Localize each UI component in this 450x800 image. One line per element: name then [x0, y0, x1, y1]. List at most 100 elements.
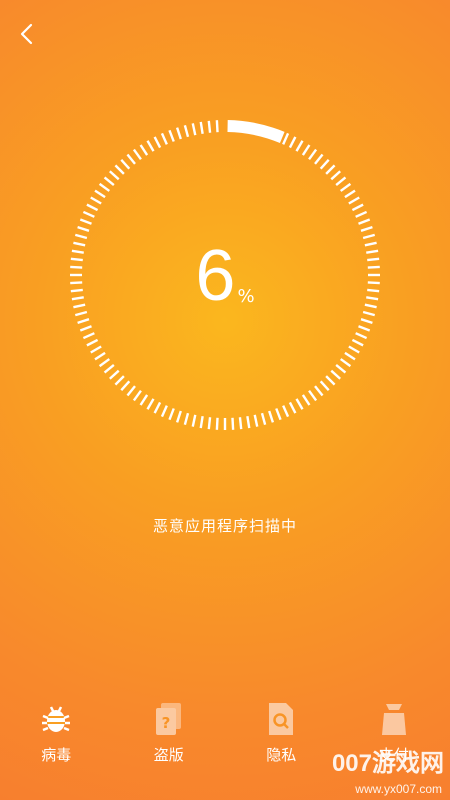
- ring-tick: [355, 210, 368, 218]
- ring-tick: [109, 369, 120, 380]
- ring-tick: [132, 389, 142, 402]
- ring-tick: [246, 416, 251, 429]
- ring-tick: [98, 182, 111, 192]
- ring-tick: [339, 358, 352, 368]
- ring-tick: [98, 358, 111, 368]
- ring-tick: [191, 414, 197, 427]
- ring-tick: [231, 417, 235, 430]
- ring-tick: [82, 210, 95, 218]
- ring-tick: [330, 369, 341, 380]
- ring-tick: [348, 196, 360, 205]
- ring-tick: [344, 189, 356, 199]
- ring-tick: [207, 417, 212, 430]
- ring-tick: [79, 325, 92, 332]
- ring-tick: [358, 218, 371, 225]
- ring-tick: [319, 380, 330, 391]
- question-file-icon: ?: [151, 700, 187, 738]
- ring-tick: [325, 164, 336, 175]
- ring-tick: [109, 170, 120, 181]
- ring-tick: [301, 144, 311, 156]
- tab-virus-label: 病毒: [41, 746, 72, 764]
- ring-tick: [139, 144, 149, 156]
- ring-tick: [103, 176, 115, 186]
- ring-tick: [114, 164, 125, 175]
- watermark-url: www.yx007.com: [355, 782, 442, 796]
- ring-tick: [358, 325, 371, 332]
- progress-arc: [227, 120, 285, 144]
- ring-tick: [90, 345, 102, 354]
- ring-tick: [330, 170, 341, 181]
- watermark-logo: 007游戏网: [331, 750, 444, 777]
- ring-tick: [82, 332, 95, 340]
- ring-tick: [207, 120, 212, 133]
- ring-tick: [146, 398, 155, 410]
- ring-tick: [319, 159, 330, 170]
- ring-tick: [215, 120, 219, 133]
- ring-tick: [183, 412, 190, 426]
- ring-tick: [351, 338, 364, 347]
- ring-tick: [308, 389, 318, 402]
- scan-percentage: 6%: [0, 235, 450, 317]
- ring-tick: [120, 159, 131, 170]
- back-button[interactable]: [14, 20, 42, 48]
- ring-tick: [215, 417, 219, 430]
- ring-tick: [355, 332, 368, 340]
- tab-privacy-label: 隐私: [266, 746, 297, 764]
- ring-tick: [268, 410, 275, 423]
- ring-tick: [146, 140, 155, 152]
- ring-tick: [77, 225, 90, 232]
- ring-tick: [168, 129, 175, 142]
- ring-tick: [153, 401, 162, 414]
- ring-tick: [160, 405, 168, 418]
- ring-tick: [132, 148, 142, 161]
- ring-tick: [77, 318, 90, 325]
- ring-tick: [183, 124, 190, 138]
- ring-tick: [325, 375, 336, 386]
- ring-tick: [295, 398, 304, 410]
- ring-tick: [360, 225, 373, 232]
- ring-tick: [351, 203, 364, 212]
- bug-icon: [38, 700, 74, 738]
- ring-tick: [153, 136, 162, 149]
- ring-tick: [288, 401, 297, 414]
- search-file-icon: [263, 700, 299, 738]
- ring-tick: [295, 140, 304, 152]
- tab-piracy[interactable]: ? 盗版: [113, 700, 226, 780]
- ring-tick: [335, 176, 347, 186]
- ring-tick: [94, 189, 106, 199]
- ring-tick: [199, 121, 204, 134]
- ring-tick: [282, 132, 290, 145]
- ring-tick: [348, 345, 360, 354]
- scan-status-text: 恶意应用程序扫描中: [152, 517, 297, 535]
- ring-tick: [103, 364, 115, 374]
- tab-piracy-label: 盗版: [153, 746, 184, 764]
- ring-tick: [275, 408, 282, 421]
- ring-tick: [314, 385, 324, 397]
- chevron-left-icon: [20, 23, 33, 45]
- ring-tick: [94, 351, 106, 361]
- ring-tick: [120, 380, 131, 391]
- ring-tick: [282, 405, 290, 418]
- ring-tick: [86, 203, 99, 212]
- ring-tick: [191, 123, 197, 136]
- ring-tick: [253, 414, 259, 427]
- percent-value: 6: [195, 236, 236, 316]
- ring-tick: [288, 136, 297, 149]
- ring-tick: [114, 375, 125, 386]
- ring-tick: [160, 132, 168, 145]
- wallet-icon: [376, 700, 412, 738]
- ring-tick: [86, 338, 99, 347]
- ring-tick: [339, 182, 352, 192]
- tab-privacy[interactable]: 隐私: [225, 700, 338, 780]
- tab-virus[interactable]: 病毒: [0, 700, 113, 780]
- svg-text:?: ?: [161, 714, 170, 732]
- ring-tick: [139, 394, 149, 406]
- ring-tick: [79, 218, 92, 225]
- ring-tick: [360, 318, 373, 325]
- ring-tick: [175, 410, 182, 423]
- ring-tick: [308, 148, 318, 161]
- ring-tick: [199, 416, 204, 429]
- ring-tick: [260, 412, 267, 426]
- ring-tick: [168, 408, 175, 421]
- ring-tick: [126, 385, 136, 397]
